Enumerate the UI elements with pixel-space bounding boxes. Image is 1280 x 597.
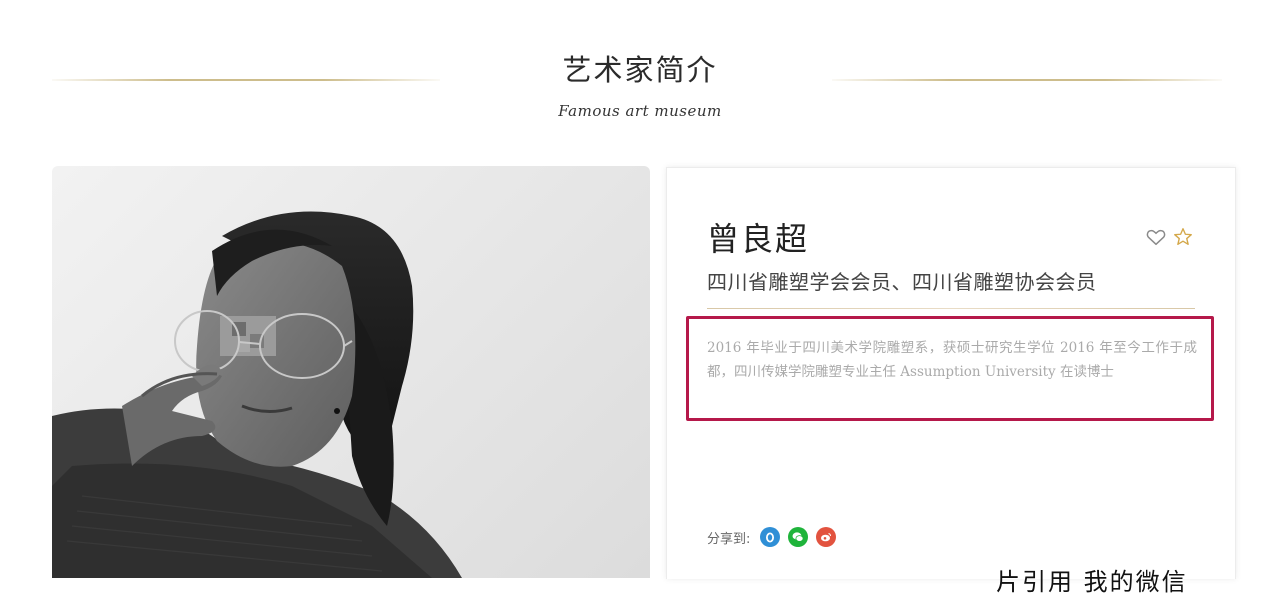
- divider: [707, 308, 1195, 309]
- artist-roles: 四川省雕塑学会会员、四川省雕塑协会会员: [707, 270, 1097, 294]
- wechat-icon[interactable]: [788, 527, 809, 547]
- decorative-gold-line-right: [832, 79, 1222, 81]
- artist-photo: [52, 166, 650, 578]
- heart-outline-icon[interactable]: [1145, 226, 1167, 248]
- section-title: 艺术家简介: [562, 53, 718, 87]
- share-label: 分享到:: [707, 531, 751, 547]
- star-outline-icon[interactable]: [1172, 226, 1194, 248]
- bio-highlight-box: [686, 316, 1214, 421]
- section-subtitle: Famous art museum: [558, 102, 722, 120]
- section-header: 艺术家简介 Famous art museum: [0, 0, 1280, 140]
- overlay-caption: 片引用 我的微信: [996, 568, 1188, 596]
- share-row: 分享到:: [707, 525, 837, 549]
- artist-name: 曾良超: [707, 220, 810, 258]
- weibo-icon[interactable]: [816, 527, 837, 547]
- qq-icon[interactable]: [760, 527, 781, 547]
- artist-portrait-illustration: [52, 211, 462, 578]
